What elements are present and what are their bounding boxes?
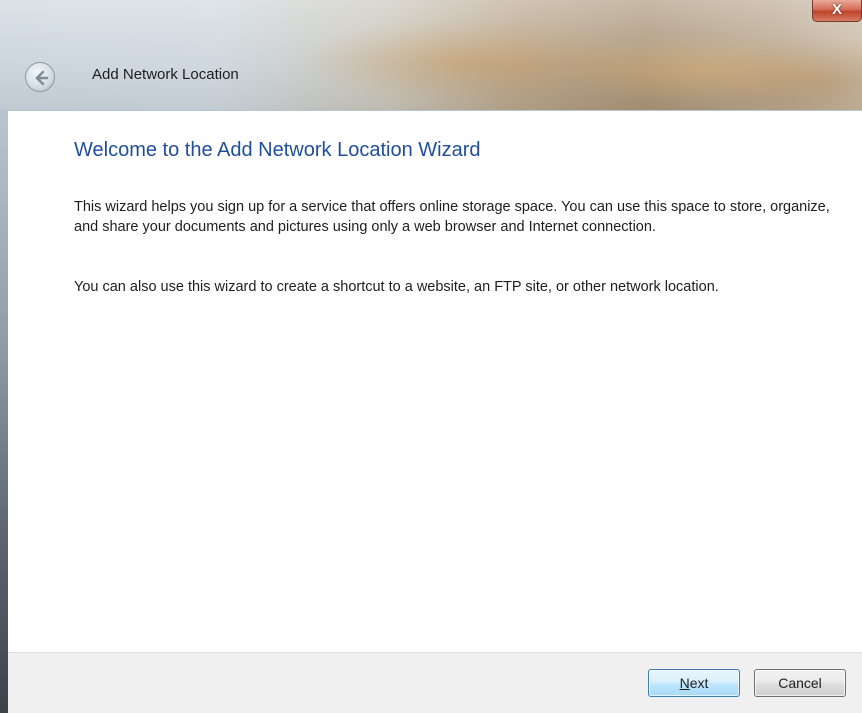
page-title: Welcome to the Add Network Location Wiza… (74, 139, 481, 161)
close-button[interactable]: X (812, 0, 862, 22)
next-mnemonic: N (679, 675, 690, 691)
description-paragraph: This wizard helps you sign up for a serv… (74, 199, 830, 235)
close-icon: X (831, 1, 842, 18)
title-bar (0, 0, 862, 110)
next-label: ext (689, 675, 709, 691)
back-arrow-icon (35, 70, 49, 86)
back-button[interactable] (25, 62, 55, 92)
window-frame-edge (0, 110, 8, 713)
button-bar: Next Cancel (8, 652, 862, 713)
secondary-paragraph: You can also use this wizard to create a… (74, 279, 719, 295)
wizard-window: Add Network Location X Welcome to the Ad… (0, 0, 862, 713)
cancel-button[interactable]: Cancel (754, 669, 846, 697)
next-button[interactable]: Next (648, 669, 740, 697)
dialog-title: Add Network Location (92, 66, 239, 83)
wizard-content: Welcome to the Add Network Location Wiza… (8, 110, 862, 652)
